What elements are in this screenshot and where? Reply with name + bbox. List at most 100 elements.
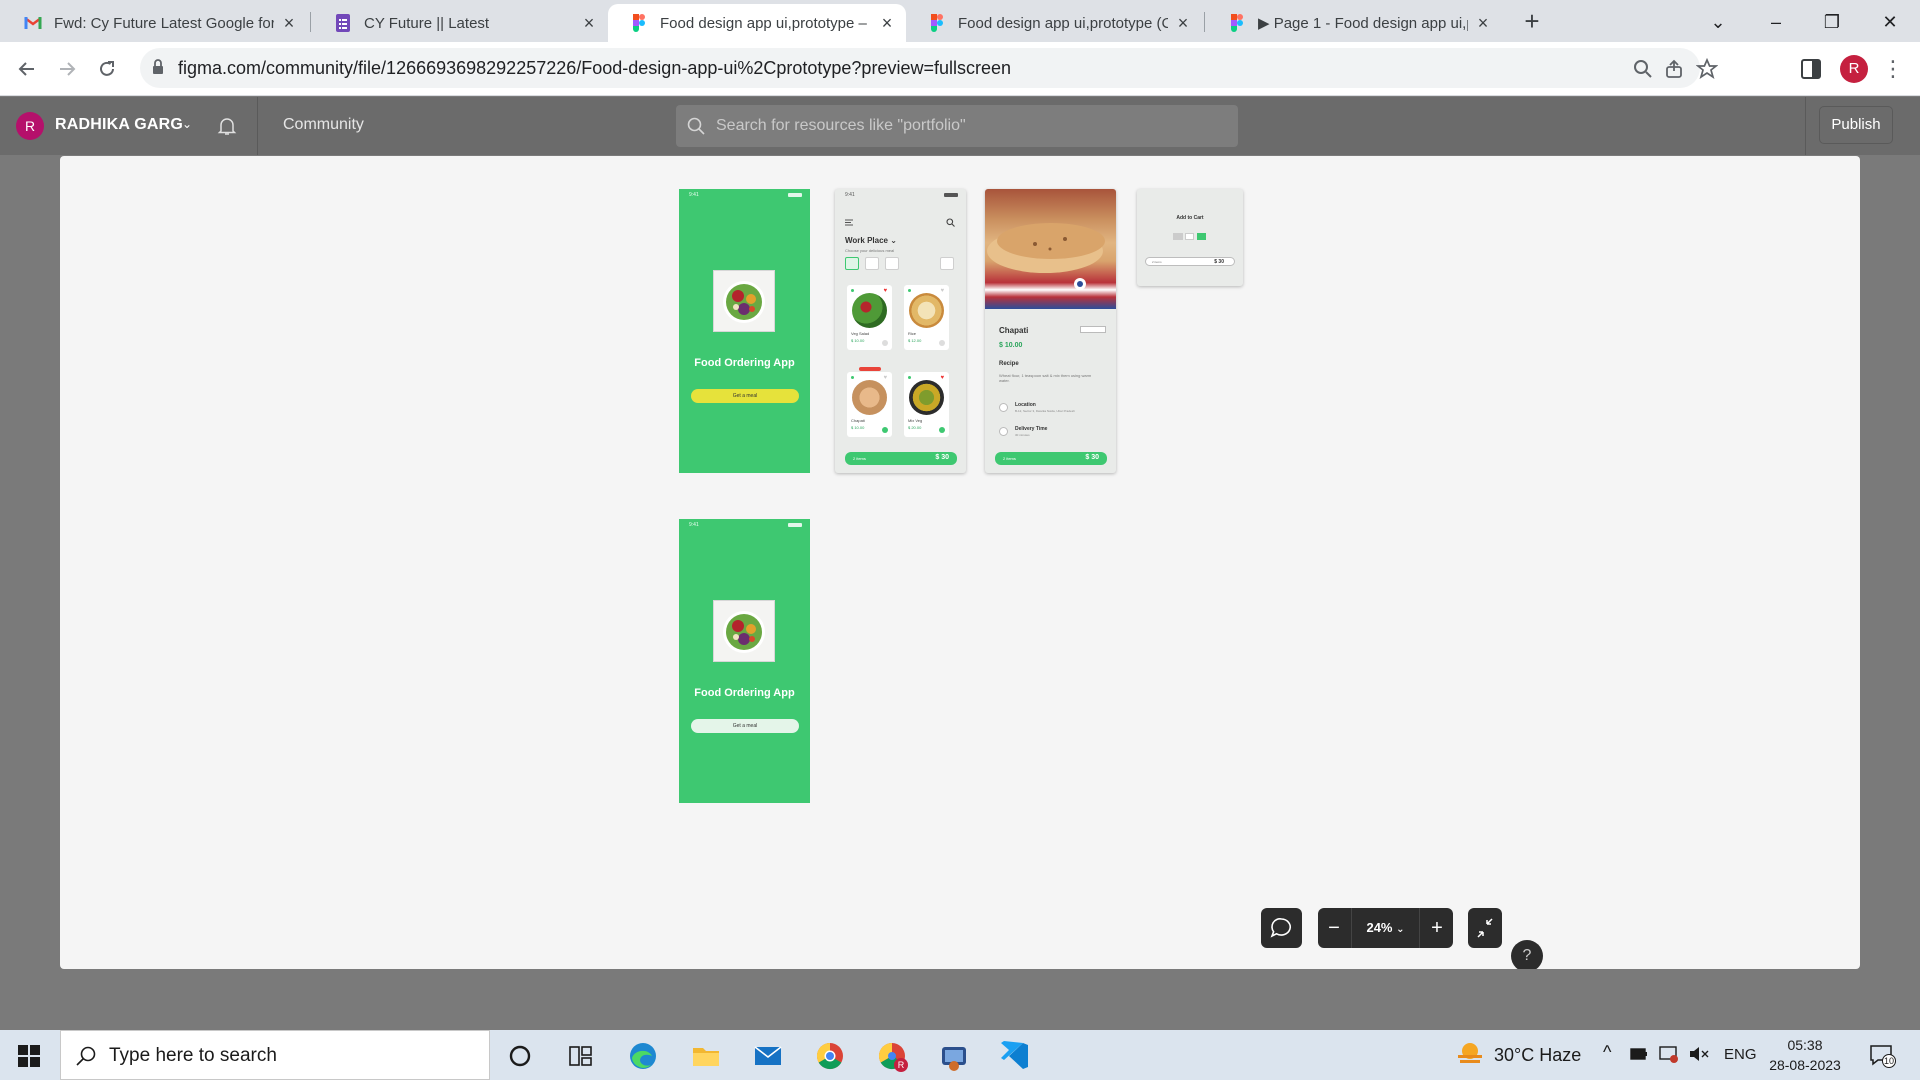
heart-icon[interactable]: ♥ <box>940 375 944 381</box>
close-window-button[interactable]: ✕ <box>1862 4 1918 40</box>
mail-icon[interactable] <box>748 1038 788 1074</box>
minimize-button[interactable]: – <box>1748 4 1804 40</box>
cart-summary-bar[interactable]: 2 items $ 30 <box>845 452 957 465</box>
help-button[interactable]: ? <box>1511 940 1543 969</box>
community-link[interactable]: Community <box>283 116 364 134</box>
task-view-icon[interactable] <box>560 1038 600 1074</box>
tab-food-design-2[interactable]: Food design app ui,prototype (C × <box>906 4 1202 42</box>
zoom-level-dropdown[interactable]: 24% ⌄ <box>1351 908 1420 948</box>
frame-chapati-detail[interactable]: Chapati $ 10.00 Recipe Wheat flour, 1 te… <box>985 189 1116 473</box>
add-icon[interactable] <box>882 340 888 346</box>
bell-icon[interactable] <box>216 115 238 137</box>
volume-muted-icon[interactable] <box>1688 1045 1710 1063</box>
cart-summary-bar[interactable]: 2 items $ 30 <box>1145 257 1235 266</box>
teams-meeting-icon[interactable] <box>934 1038 974 1074</box>
user-avatar[interactable]: R <box>16 112 44 140</box>
battery-icon[interactable] <box>1630 1047 1648 1061</box>
close-tab-icon[interactable]: × <box>580 13 598 34</box>
food-card[interactable]: ♥ Chapati $ 10.00 <box>847 372 892 437</box>
chrome-profile-avatar[interactable]: R <box>1840 55 1868 83</box>
quantity-stepper[interactable] <box>1080 326 1106 333</box>
zoom-out-button[interactable]: − <box>1318 908 1350 948</box>
windows-start-icon[interactable] <box>18 1045 40 1067</box>
lock-icon[interactable] <box>152 59 164 75</box>
reload-button[interactable] <box>92 54 122 84</box>
tab-search-chevron-icon[interactable]: ⌄ <box>1690 4 1746 40</box>
favourite-chip-icon[interactable] <box>865 257 879 270</box>
cart-summary-bar[interactable]: 2 items $ 30 <box>995 452 1107 465</box>
heart-icon[interactable]: ♥ <box>883 375 887 381</box>
figma-icon <box>928 14 946 32</box>
frame-home[interactable]: 9:41 Work Place ⌄ Choose your delicious … <box>835 189 966 473</box>
chrome-profile-icon[interactable]: R <box>872 1038 912 1074</box>
tab-cy-future[interactable]: CY Future || Latest × <box>312 4 608 42</box>
cart-total: $ 30 <box>1085 454 1099 461</box>
add-icon[interactable] <box>939 427 945 433</box>
tab-food-design-active[interactable]: Food design app ui,prototype – F × <box>608 4 906 42</box>
home-chip-icon[interactable] <box>845 257 859 270</box>
taskbar-search-box[interactable]: Type here to search <box>60 1030 490 1080</box>
food-card[interactable]: ♥ Mix Veg $ 20.00 <box>904 372 949 437</box>
forward-button[interactable] <box>52 54 82 84</box>
close-tab-icon[interactable]: × <box>1174 13 1192 34</box>
add-icon[interactable] <box>939 340 945 346</box>
heart-icon[interactable]: ♥ <box>883 288 887 294</box>
back-button[interactable] <box>12 54 42 84</box>
bookmark-star-icon[interactable] <box>1696 58 1718 80</box>
quantity-stepper[interactable] <box>1173 233 1207 240</box>
close-tab-icon[interactable]: × <box>280 13 298 34</box>
weather-text[interactable]: 30°C Haze <box>1494 1045 1581 1066</box>
system-clock[interactable]: 05:38 28-08-2023 <box>1755 1035 1855 1075</box>
tab-title: CY Future || Latest <box>364 14 490 32</box>
food-card[interactable]: ♥ Rice $ 12.00 <box>904 285 949 350</box>
publish-button[interactable]: Publish <box>1819 106 1893 144</box>
tab-gmail[interactable]: Fwd: Cy Future Latest Google for × <box>2 4 308 42</box>
user-name[interactable]: RADHIKA GARG <box>55 116 183 134</box>
location-title[interactable]: Work Place ⌄ <box>845 236 897 245</box>
heart-icon[interactable]: ♥ <box>940 288 944 294</box>
frame-add-to-cart[interactable]: Add to Cart 2 items $ 30 <box>1137 189 1243 286</box>
new-tab-button[interactable]: + <box>1518 8 1546 36</box>
network-icon[interactable] <box>1658 1044 1680 1064</box>
frame-splash-1[interactable]: 9:41 Food Ordering App Get a meal <box>679 189 810 473</box>
language-indicator[interactable]: ENG <box>1724 1046 1757 1063</box>
resource-search-input[interactable] <box>716 111 1216 141</box>
vscode-icon[interactable] <box>996 1038 1036 1074</box>
close-tab-icon[interactable]: × <box>1474 13 1492 34</box>
zoom-magnifier-icon[interactable] <box>1632 58 1654 80</box>
chevron-down-icon[interactable]: ⌄ <box>182 117 192 131</box>
side-panel-icon[interactable] <box>1798 56 1824 82</box>
tab-page-1[interactable]: ▶ Page 1 - Food design app ui,p × <box>1206 4 1502 42</box>
chrome-menu-icon[interactable]: ⋮ <box>1882 56 1904 82</box>
cortana-icon[interactable] <box>500 1038 540 1074</box>
search-icon[interactable] <box>946 218 955 227</box>
edge-icon[interactable] <box>623 1038 663 1074</box>
chrome-icon[interactable] <box>810 1038 850 1074</box>
card-name: Chapati <box>851 418 865 423</box>
figma-header: R RADHIKA GARG ⌄ Community Publish <box>0 97 1920 155</box>
notification-center-button[interactable]: 10 <box>1868 1041 1896 1069</box>
add-icon[interactable] <box>882 427 888 433</box>
file-explorer-icon[interactable] <box>686 1038 726 1074</box>
resource-search-box[interactable] <box>676 105 1238 147</box>
filter-chip-icon[interactable] <box>885 257 899 270</box>
url-text[interactable]: figma.com/community/file/126669369829225… <box>178 58 1011 79</box>
exit-fullscreen-button[interactable] <box>1468 908 1502 948</box>
prototype-canvas[interactable]: 9:41 Food Ordering App Get a meal 9:41 W… <box>60 156 1860 969</box>
recipe-heading: Recipe <box>999 361 1019 367</box>
food-card[interactable]: ♥ Veg Salad $ 10.00 <box>847 285 892 350</box>
weather-haze-icon[interactable] <box>1455 1041 1485 1069</box>
get-meal-button[interactable]: Get a meal <box>691 719 799 733</box>
show-hidden-icons-chevron-icon[interactable]: ^ <box>1603 1042 1611 1063</box>
delivery-label: Delivery Time <box>1015 426 1048 432</box>
edit-chip-icon[interactable] <box>940 257 954 270</box>
frame-splash-2[interactable]: 9:41 Food Ordering App Get a meal <box>679 519 810 803</box>
comment-button[interactable] <box>1261 908 1302 948</box>
address-bar[interactable]: figma.com/community/file/126669369829225… <box>140 48 1718 88</box>
zoom-in-button[interactable]: + <box>1421 908 1453 948</box>
share-icon[interactable] <box>1664 58 1686 80</box>
close-tab-icon[interactable]: × <box>878 13 896 34</box>
restore-button[interactable]: ❐ <box>1804 4 1860 40</box>
get-meal-button[interactable]: Get a meal <box>691 389 799 403</box>
menu-icon[interactable] <box>845 219 853 226</box>
